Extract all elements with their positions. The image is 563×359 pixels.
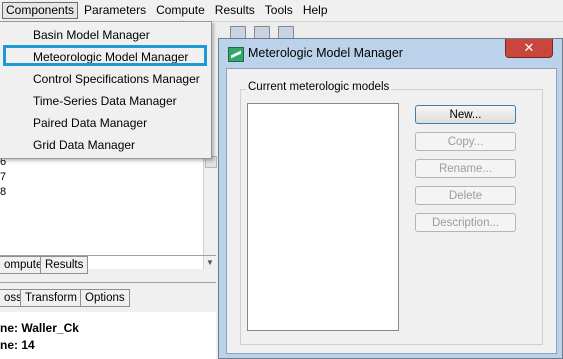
menu-item-basin-model-manager[interactable]: Basin Model Manager — [33, 25, 150, 45]
tab-options[interactable]: Options — [80, 289, 130, 307]
menu-item-time-series-data-manager[interactable]: Time-Series Data Manager — [33, 91, 177, 111]
menu-bar: Components Parameters Compute Results To… — [0, 0, 563, 22]
menu-tools[interactable]: Tools — [261, 2, 297, 19]
dialog-title: Meterologic Model Manager — [248, 46, 403, 60]
info-value: ne: 14 — [0, 338, 35, 352]
dialog-body: Current meterologic models New... Copy..… — [226, 68, 557, 354]
scroll-down-icon[interactable]: ▼ — [206, 258, 214, 267]
rename-button[interactable]: Rename... — [415, 159, 516, 178]
models-group-label: Current meterologic models — [246, 81, 392, 93]
tab-transform[interactable]: Transform — [20, 289, 82, 307]
menu-item-control-specifications-manager[interactable]: Control Specifications Manager — [33, 69, 200, 89]
divider — [0, 282, 216, 283]
tree-item[interactable]: 8 — [0, 186, 6, 198]
menu-components[interactable]: Components — [2, 2, 79, 19]
meteorologic-model-manager-dialog: Meterologic Model Manager ✕ Current mete… — [218, 38, 563, 359]
delete-button[interactable]: Delete — [415, 186, 516, 205]
hec-hms-app-icon — [228, 47, 244, 62]
component-info: ne: Waller_Ck ne: 14 — [0, 312, 216, 359]
tab-results[interactable]: Results — [40, 256, 89, 274]
models-list[interactable] — [247, 103, 399, 331]
menu-help[interactable]: Help — [299, 2, 332, 19]
tree-view[interactable]: 6 7 8 — [0, 154, 204, 269]
tree-item[interactable]: 7 — [0, 171, 6, 183]
new-button[interactable]: New... — [415, 105, 516, 124]
menu-results[interactable]: Results — [211, 2, 259, 19]
description-button[interactable]: Description... — [415, 213, 516, 232]
menu-selection-highlight — [3, 45, 207, 66]
menu-compute[interactable]: Compute — [152, 2, 209, 19]
tree-scrollbar[interactable]: ▼ — [203, 154, 217, 269]
menu-parameters[interactable]: Parameters — [80, 2, 150, 19]
components-menu: Basin Model Manager Meteorologic Model M… — [0, 21, 212, 159]
copy-button[interactable]: Copy... — [415, 132, 516, 151]
menu-item-grid-data-manager[interactable]: Grid Data Manager — [33, 135, 135, 155]
info-name: ne: Waller_Ck — [0, 321, 79, 335]
close-button[interactable]: ✕ — [505, 39, 553, 58]
menu-item-paired-data-manager[interactable]: Paired Data Manager — [33, 113, 147, 133]
